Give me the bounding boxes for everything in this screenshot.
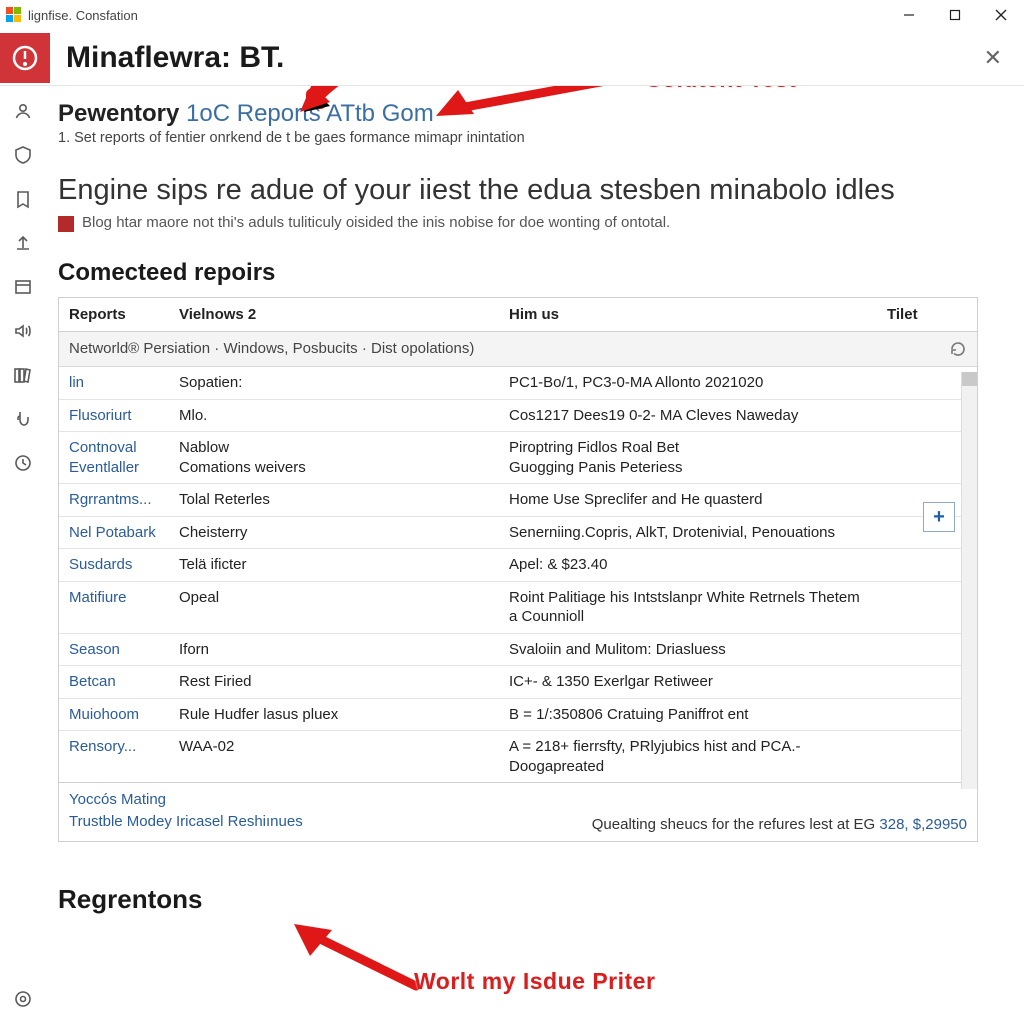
alert-icon [0, 33, 50, 83]
footer-link-2[interactable]: Trustble Modey Iricasel Reshiınues [69, 811, 303, 833]
row-report-link[interactable]: Muiohoom [59, 698, 169, 731]
table-row[interactable]: SusdardsTelä ificterApel: & $23.40 [59, 549, 977, 582]
row-vielnows-cell: WAA-02 [169, 731, 499, 783]
row-report-link[interactable]: lin [59, 367, 169, 400]
row-himus-cell: Cos1217 Dees19 0-2- MA Cleves Naweday [499, 399, 877, 432]
row-report-link[interactable]: Matifiure [59, 581, 169, 633]
sidebar-sound-icon[interactable] [12, 320, 34, 342]
table-row[interactable]: Contnoval EventlallerNablowComations wei… [59, 432, 977, 484]
row-himus-cell: Roint Palitiage his Intstslanpr White Re… [499, 581, 877, 633]
refresh-icon[interactable] [949, 340, 967, 358]
row-report-link[interactable]: Susdards [59, 549, 169, 582]
table-scrollbar[interactable] [961, 372, 977, 789]
footer-right-number[interactable]: 328, $,29950 [879, 816, 967, 833]
table-footer: Yoccós Mating Trustble Modey Iricasel Re… [59, 782, 977, 841]
annotation-label-top: Solutent Test [646, 86, 796, 93]
sidebar-settings-icon[interactable] [12, 988, 34, 1010]
window-maximize-button[interactable] [932, 0, 978, 30]
sidebar-shield-icon[interactable] [12, 144, 34, 166]
row-vielnows-cell: Sopatien: [169, 367, 499, 400]
reports-table: Reports Vielnows 2 Him us Tilet Networld… [58, 297, 978, 842]
sidebar-pointer-icon[interactable] [12, 408, 34, 430]
main-content: Pewentory 1oC Reports ATtb Gom 1. Set re… [46, 86, 1024, 1024]
sidebar-upload-icon[interactable] [12, 232, 34, 254]
regrentons-heading: Regrentons [58, 884, 1000, 915]
engine-note: Blog htar maore not thi's aduls tuliticu… [58, 214, 1000, 231]
header-himus[interactable]: Him us [499, 298, 877, 332]
table-row[interactable]: MatifiureOpealRoint Palitiage his Intsts… [59, 581, 977, 633]
row-report-link[interactable]: Season [59, 633, 169, 666]
row-vielnows-cell: Cheisterry [169, 516, 499, 549]
warning-flag-icon [58, 216, 74, 232]
engine-note-text: Blog htar maore not thi's aduls tuliticu… [82, 214, 670, 231]
app-logo-icon [6, 7, 22, 23]
row-vielnows-cell: Iforn [169, 633, 499, 666]
window-minimize-button[interactable] [886, 0, 932, 30]
footer-right-text: Quealting sheucs for the refures lest at… [592, 816, 880, 833]
window-title: lignfise. Consfation [28, 8, 138, 23]
row-himus-cell: Apel: & $23.40 [499, 549, 877, 582]
row-vielnows-cell: NablowComations weivers [169, 432, 499, 484]
breadcrumb-link[interactable]: 1oC Reports ATtb Gom [186, 100, 434, 127]
row-vielnows-cell: Rule Hudfer lasus pluex [169, 698, 499, 731]
table-row[interactable]: Rgrrantms...Tolal ReterlesHome Use Sprec… [59, 484, 977, 517]
engine-heading: Engine sips re adue of your iiest the ed… [58, 172, 1000, 208]
sidebar-history-icon[interactable] [12, 452, 34, 474]
header-tilet[interactable]: Tilet [877, 298, 977, 332]
table-filter-row: Networld® Persiation · Windows, Posbucit… [59, 332, 977, 367]
annotation-label-bottom: Worlt my Isdue Priter [414, 968, 655, 995]
header-reports[interactable]: Reports [59, 298, 169, 332]
row-himus-cell: PC1-Bo/1, PC3-0-MA Allonto 2021020 [499, 367, 877, 400]
sidebar-panel-icon[interactable] [12, 276, 34, 298]
row-report-link[interactable]: Contnoval Eventlaller [59, 432, 169, 484]
row-vielnows-cell: Mlo. [169, 399, 499, 432]
banner-close-button[interactable]: ✕ [976, 41, 1010, 75]
table-row[interactable]: SeasonIfornSvaloiin and Mulitom: Driaslu… [59, 633, 977, 666]
table-row[interactable]: MuiohoomRule Hudfer lasus pluexB = 1/:35… [59, 698, 977, 731]
alert-banner: Minaflewra: BT. ✕ [0, 30, 1024, 86]
annotation-arrow-bottom [276, 916, 436, 1006]
table-row[interactable]: linSopatien:PC1-Bo/1, PC3-0-MA Allonto 2… [59, 367, 977, 400]
row-himus-cell: Home Use Spreclifer and He quasterd [499, 484, 877, 517]
filter-text: Networld® Persiation · Windows, Posbucit… [69, 340, 474, 357]
breadcrumb: Pewentory 1oC Reports ATtb Gom [58, 100, 1000, 128]
table-row[interactable]: Rensory...WAA-02A = 218+ fierrsfty, PRly… [59, 731, 977, 783]
footer-link-1[interactable]: Yoccós Mating [69, 789, 303, 811]
banner-title: Minaflewra: BT. [66, 41, 976, 75]
header-vielnows[interactable]: Vielnows 2 [169, 298, 499, 332]
row-himus-cell: B = 1/:350806 Cratuing Paniffrot ent [499, 698, 877, 731]
table-row[interactable]: FlusoriurtMlo.Cos1217 Dees19 0-2- MA Cle… [59, 399, 977, 432]
row-vielnows-cell: Opeal [169, 581, 499, 633]
row-report-link[interactable]: Flusoriurt [59, 399, 169, 432]
add-row-button[interactable]: + [923, 502, 955, 532]
row-himus-cell: A = 218+ fierrsfty, PRlyjubics hist and … [499, 731, 877, 783]
table-row[interactable]: Nel PotabarkCheisterrySenerniing.Copris,… [59, 516, 977, 549]
row-himus-cell: Piroptring Fidlos Roal BetGuogging Panis… [499, 432, 877, 484]
window-close-button[interactable] [978, 0, 1024, 30]
row-vielnows-cell: Rest Firied [169, 666, 499, 699]
row-himus-cell: Senerniing.Copris, AlkT, Drotenivial, Pe… [499, 516, 877, 549]
table-header-row: Reports Vielnows 2 Him us Tilet [59, 298, 977, 332]
row-report-link[interactable]: Nel Potabark [59, 516, 169, 549]
row-himus-cell: IC+- & 1350 Exerlgar Retiweer [499, 666, 877, 699]
row-report-link[interactable]: Rgrrantms... [59, 484, 169, 517]
sidebar-bookmark-icon[interactable] [12, 188, 34, 210]
breadcrumb-root: Pewentory [58, 100, 179, 127]
reports-section-heading: Comecteed repoirs [58, 259, 1000, 287]
window-titlebar: lignfise. Consfation [0, 0, 1024, 30]
left-sidebar [0, 86, 46, 1024]
breadcrumb-subtitle: 1. Set reports of fentier onrkend de t b… [58, 130, 1000, 146]
row-vielnows-cell: Telä ificter [169, 549, 499, 582]
row-report-link[interactable]: Betcan [59, 666, 169, 699]
row-report-link[interactable]: Rensory... [59, 731, 169, 783]
row-himus-cell: Svaloiin and Mulitom: Driasluess [499, 633, 877, 666]
sidebar-library-icon[interactable] [12, 364, 34, 386]
table-row[interactable]: BetcanRest FiriedIC+- & 1350 Exerlgar Re… [59, 666, 977, 699]
sidebar-user-icon[interactable] [12, 100, 34, 122]
row-vielnows-cell: Tolal Reterles [169, 484, 499, 517]
